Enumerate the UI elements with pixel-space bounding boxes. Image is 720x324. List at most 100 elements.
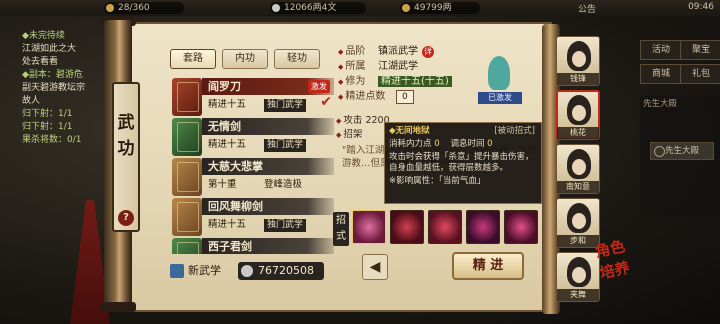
cultivation-label: 修为 xyxy=(338,74,378,90)
move-slot[interactable] xyxy=(466,210,500,244)
move-slot[interactable] xyxy=(428,210,462,244)
move-slot[interactable] xyxy=(352,210,386,244)
quest-line: 归下射：1/1 xyxy=(22,109,73,119)
character-roster[interactable]: 钱锋 桃花 南知意 步和 夹舞 xyxy=(556,30,600,320)
skill-detail-info: 品阶镇派武学详 所属江湖武学 修为精进十五(十五) 精进点数0 xyxy=(338,44,488,104)
quest-line: 故人 xyxy=(22,96,41,106)
notice-link[interactable]: 公告 xyxy=(578,2,596,15)
character-portrait xyxy=(567,41,591,71)
skill-item[interactable]: 回风舞柳剑 精进十五 独门武学 xyxy=(172,198,334,236)
equipped-check-icon: ✔ xyxy=(320,94,332,110)
activated-badge: 激发 xyxy=(308,80,330,93)
gold-icon xyxy=(402,4,410,12)
character-name: 夹舞 xyxy=(557,289,599,301)
skill-item[interactable]: 西子君剑 xyxy=(172,238,334,254)
activity-button[interactable]: 活动 xyxy=(640,40,682,60)
quest-line: ◆未完待续 xyxy=(22,31,65,41)
roster-character[interactable]: 钱锋 xyxy=(556,36,600,86)
cultivation-currency: 76720508 xyxy=(238,262,324,280)
mp-cost-value: 0 xyxy=(434,139,440,149)
roster-character[interactable]: 桃花 xyxy=(556,90,600,140)
meditation-figure: 已激发 xyxy=(478,50,522,104)
grade-label: 品阶 xyxy=(338,44,378,60)
quest-line: 果杀将数：0/1 xyxy=(22,135,82,145)
coin-icon xyxy=(241,265,253,277)
school-label: 所属 xyxy=(338,59,378,75)
roster-character[interactable]: 南知意 xyxy=(556,144,600,194)
page-title: 武 功 xyxy=(117,113,135,159)
clock: 09:46 xyxy=(688,2,714,12)
quest-line: 处去看看 xyxy=(22,57,59,67)
skill-book-icon xyxy=(172,198,202,236)
stamina-icon xyxy=(106,4,114,12)
tab-lightness[interactable]: 轻功 xyxy=(274,49,320,69)
skill-item[interactable]: 大慈大悲掌 第十重 登峰造极 xyxy=(172,158,334,196)
move-slot[interactable] xyxy=(504,210,538,244)
silver-counter: 12066两4文 xyxy=(270,2,366,14)
activated-label: 已激发 xyxy=(478,92,522,104)
cultivate-button[interactable]: 精 进 xyxy=(452,252,524,280)
character-portrait xyxy=(567,257,591,287)
skill-tier: 精进十五 xyxy=(208,139,247,150)
stamina-counter: 28/360 xyxy=(104,2,184,14)
cooldown-label: 调息时间 xyxy=(450,139,485,149)
scroll-rod-cap xyxy=(100,302,136,312)
roster-character[interactable]: 夹舞 xyxy=(556,252,600,302)
character-portrait xyxy=(567,95,591,125)
tab-routines[interactable]: 套路 xyxy=(170,49,216,69)
quest-line: 副天碧游教坛宗 xyxy=(22,83,86,93)
cooldown-value: 0 xyxy=(487,139,493,149)
skill-item[interactable]: 阎罗刀 激发 精进十五 独门武学 ✔ xyxy=(172,78,334,116)
skill-name: 西子君剑 xyxy=(202,238,334,254)
skill-name: 大慈大悲掌 xyxy=(202,158,334,175)
character-name: 南知意 xyxy=(557,181,599,193)
chat-line: 先生大殿 xyxy=(643,99,678,109)
tooltip-text: 攻击时会获得「杀意」提升暴击伤害，自身血量越低，获得层数越多。 xyxy=(389,152,534,173)
sys-button[interactable]: 先生大殿 xyxy=(650,142,714,160)
skill-tier: 精进十五 xyxy=(208,99,247,110)
top-status-bar: 28/360 12066两4文 49799两 公告 09:46 xyxy=(0,0,720,16)
gift-button[interactable]: 礼包 xyxy=(680,64,720,84)
skill-tier: 第十重 xyxy=(208,179,237,190)
tooltip-type: [被动招式] xyxy=(494,126,535,136)
skill-book-icon xyxy=(172,118,202,156)
quest-line: ◆副本：碧游危 xyxy=(22,70,83,80)
character-portrait xyxy=(567,149,591,179)
points-label: 精进点数 xyxy=(338,89,396,105)
move-slot[interactable] xyxy=(390,210,424,244)
new-skill-button[interactable]: 新武学 xyxy=(170,262,221,280)
skill-list[interactable]: 阎罗刀 激发 精进十五 独门武学 ✔ 无情剑 精进十五 独门武学 大慈大悲掌 第十重… xyxy=(172,78,336,254)
silver-icon xyxy=(272,4,280,12)
character-name: 桃花 xyxy=(557,127,599,139)
attack-label: 攻击 xyxy=(336,115,362,126)
skill-tier: 精进十五 xyxy=(208,219,247,230)
skill-tag: 独门武学 xyxy=(264,219,307,232)
quest-line: 江湖如此之大 xyxy=(22,44,77,54)
skill-tag: 独门武学 xyxy=(264,139,307,152)
points-value: 0 xyxy=(396,90,414,104)
character-name: 钱锋 xyxy=(557,73,599,85)
quest-line: 归下射：1/1 xyxy=(22,122,73,132)
help-button[interactable]: ? xyxy=(118,210,134,226)
shop-button[interactable]: 商城 xyxy=(640,64,682,84)
skill-book-icon xyxy=(172,238,202,254)
treasure-button[interactable]: 聚宝 xyxy=(680,40,720,60)
cultivation-value: 精进十五(十五) xyxy=(378,76,452,87)
skill-item[interactable]: 无情剑 精进十五 独门武学 xyxy=(172,118,334,156)
quest-tracker[interactable]: ◆未完待续 江湖如此之大 处去看看 ◆副本：碧游危 副天碧游教坛宗 故人 归下射… xyxy=(0,30,100,180)
prev-arrow-button[interactable]: ◀ xyxy=(362,254,388,280)
moves-label: 招式 xyxy=(333,212,349,246)
tab-inner-skills[interactable]: 内功 xyxy=(222,49,268,69)
skill-name: 无情剑 xyxy=(202,118,334,135)
parry-label: 招架 xyxy=(336,129,362,140)
skill-name: 回风舞柳剑 xyxy=(202,198,334,215)
martial-arts-title-tab: 武 功 ? xyxy=(112,82,140,232)
skill-book-icon xyxy=(172,158,202,196)
gold-counter: 49799两 xyxy=(400,2,480,14)
tooltip-attribute: ※影响属性：「当前气血」 xyxy=(389,176,486,186)
book-icon xyxy=(170,264,184,278)
skill-book-icon xyxy=(172,78,202,116)
school-value: 江湖武学 xyxy=(378,61,418,72)
grade-detail-badge[interactable]: 详 xyxy=(422,46,434,58)
skill-tag: 独门武学 xyxy=(264,99,307,112)
